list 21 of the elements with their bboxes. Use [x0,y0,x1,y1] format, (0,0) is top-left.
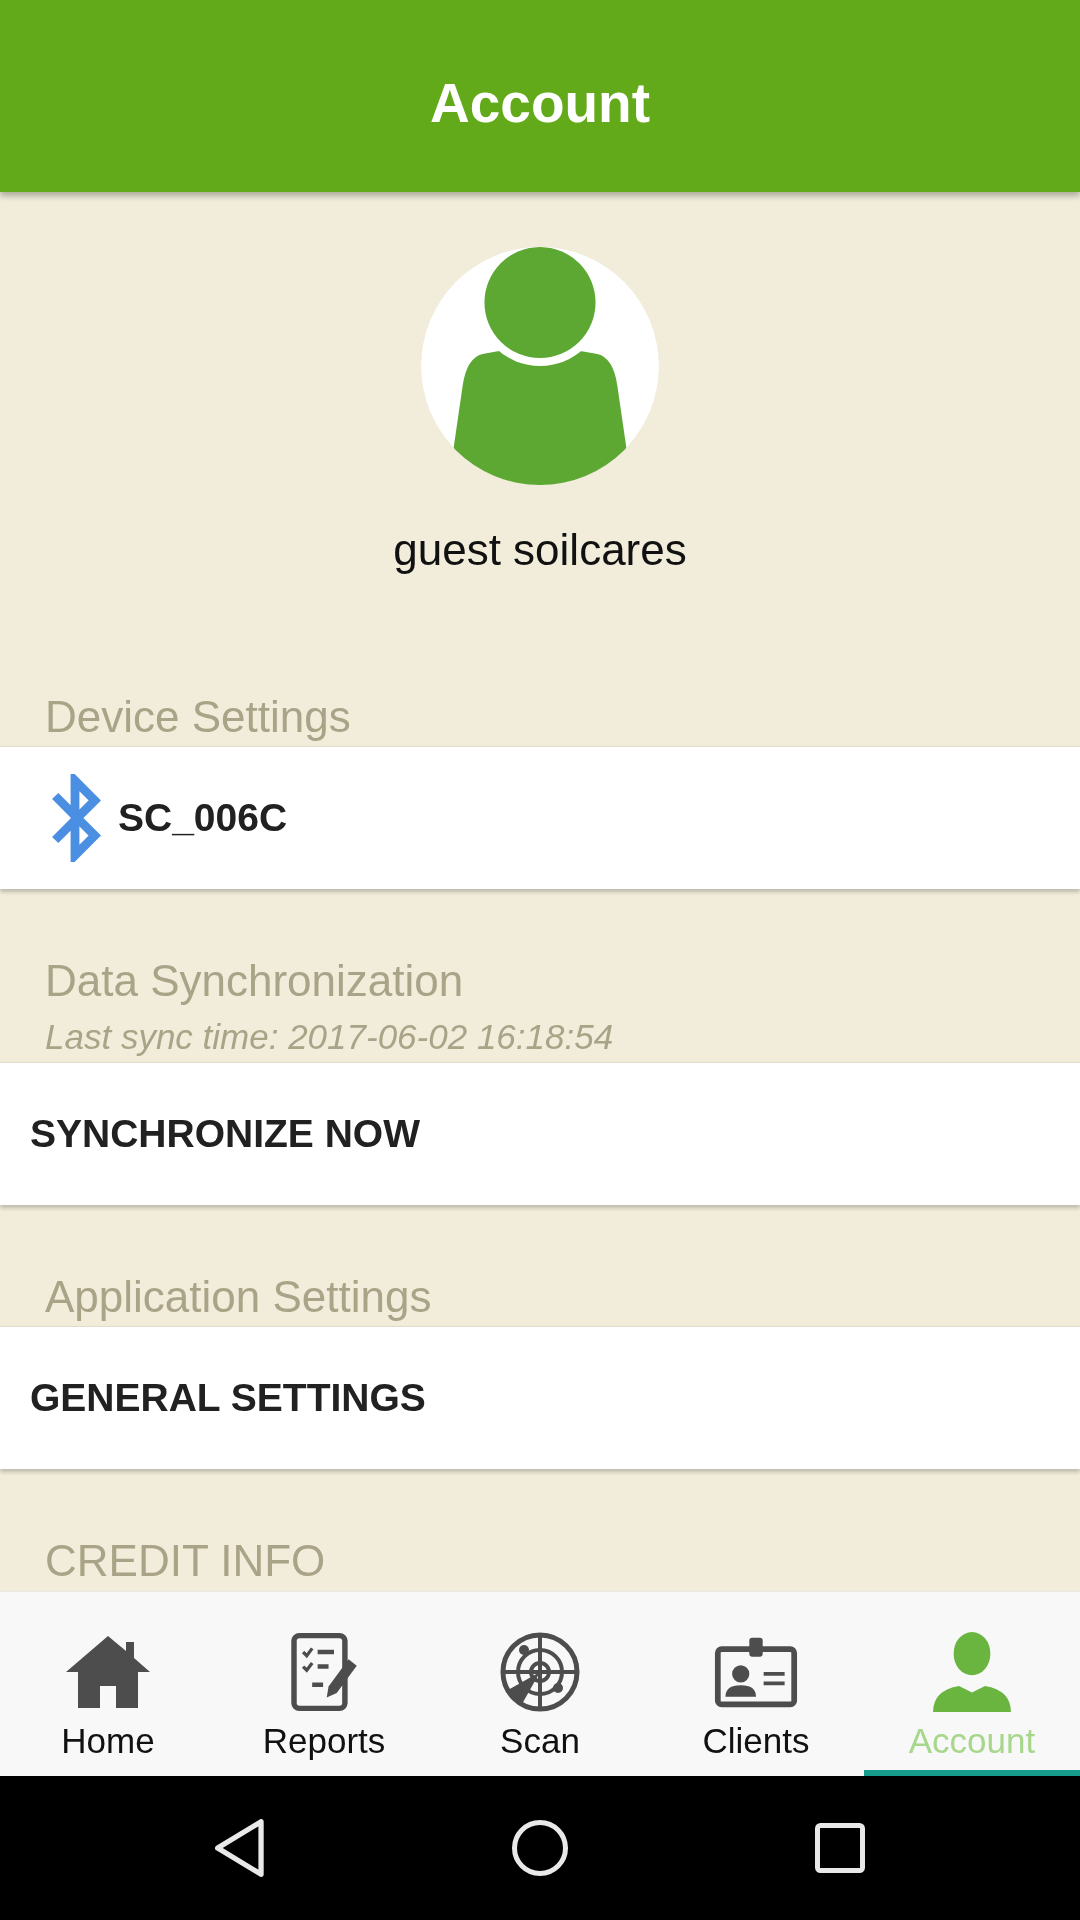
bluetooth-icon [49,774,101,862]
section-subtitle: Last sync time: 2017-06-02 16:18:54 [45,1017,614,1057]
person-icon [930,1632,1014,1712]
nav-tab[interactable]: Reports [216,1592,432,1776]
action-row[interactable]: SYNCHRONIZE NOW [0,1062,1080,1205]
user-name: guest soilcares [393,525,687,575]
device-row[interactable]: SC_006C [0,746,1080,889]
action-row[interactable]: GENERAL SETTINGS [0,1326,1080,1469]
nav-tab[interactable]: Home [0,1592,216,1776]
section-title: Application Settings [45,1273,432,1321]
radar-icon [498,1632,582,1712]
section-title: Device Settings [45,693,351,741]
home-circle-icon[interactable] [512,1820,568,1876]
recents-square-icon[interactable] [815,1823,865,1873]
user-avatar-icon [421,247,659,485]
nav-tab[interactable]: Clients [648,1592,864,1776]
section-title: Data Synchronization [45,957,464,1005]
back-icon[interactable] [215,1819,265,1877]
nav-tab[interactable]: Scan [432,1592,648,1776]
section-title: CREDIT INFO [45,1537,326,1585]
screen-title: Account [430,71,650,135]
